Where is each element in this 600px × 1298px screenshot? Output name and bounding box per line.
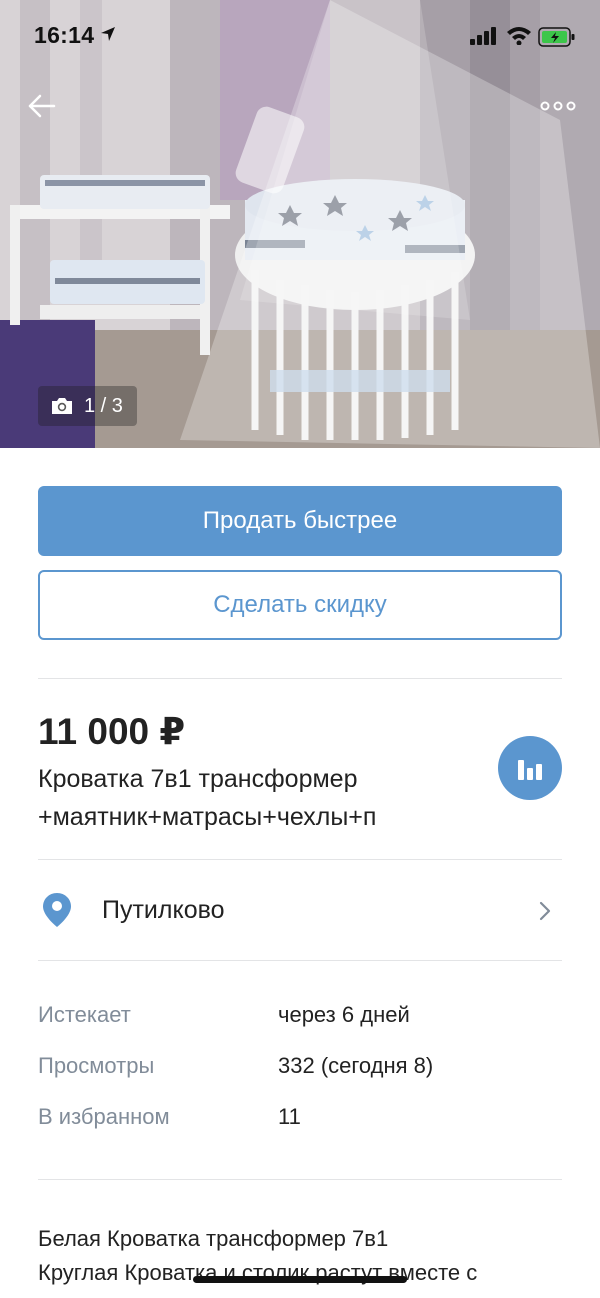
back-arrow-icon[interactable] xyxy=(26,90,58,122)
divider xyxy=(38,859,562,860)
signal-icon xyxy=(470,27,496,45)
stats-button[interactable] xyxy=(498,736,562,800)
map-pin-icon xyxy=(43,893,71,927)
more-icon[interactable] xyxy=(540,98,576,114)
location-name: Путилково xyxy=(102,896,225,924)
description-line: Белая Кроватка трансформер 7в1 xyxy=(38,1226,389,1251)
home-indicator[interactable] xyxy=(193,1276,407,1283)
divider xyxy=(38,1179,562,1180)
battery-icon xyxy=(538,27,575,47)
expires-label: Истекает xyxy=(38,1002,131,1027)
wifi-icon xyxy=(507,27,531,45)
expires-value: через 6 дней xyxy=(278,1002,410,1027)
location-arrow-icon xyxy=(101,27,115,41)
sell-faster-button[interactable]: Продать быстрее xyxy=(38,486,562,556)
listing-price: 11 000 ₽ xyxy=(38,711,186,752)
status-bar: 16:14 xyxy=(0,0,600,72)
favorites-label: В избранном xyxy=(38,1104,170,1129)
description-line: Круглая Кроватка и столик растут вместе … xyxy=(38,1260,478,1285)
views-label: Просмотры xyxy=(38,1053,155,1078)
listing-photo[interactable]: 16:14 1 / 3 xyxy=(0,0,600,448)
stats-icon xyxy=(518,760,542,780)
status-time: 16:14 xyxy=(34,22,95,48)
photo-counter: 1 / 3 xyxy=(38,386,137,426)
photo-counter-text: 1 / 3 xyxy=(84,394,123,417)
favorites-value: 11 xyxy=(278,1104,301,1129)
location-row[interactable]: Путилково xyxy=(38,880,562,942)
chevron-right-icon xyxy=(539,901,551,921)
camera-icon xyxy=(52,398,72,414)
listing-title: Кроватка 7в1 трансформер +маятник+матрас… xyxy=(38,765,377,831)
make-discount-button[interactable]: Сделать скидку xyxy=(38,570,562,640)
views-value: 332 (сегодня 8) xyxy=(278,1053,434,1078)
divider xyxy=(38,678,562,679)
divider xyxy=(38,960,562,961)
